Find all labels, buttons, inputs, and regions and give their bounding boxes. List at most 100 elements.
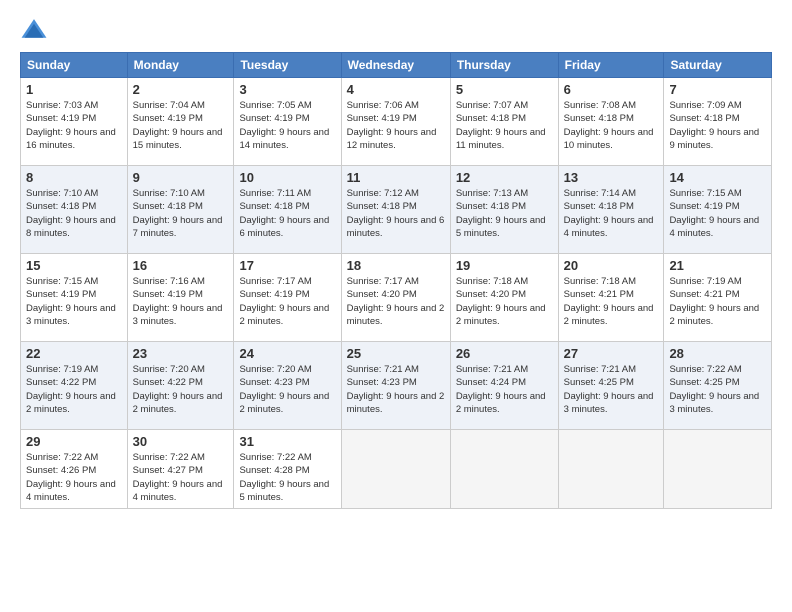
day-info: Sunrise: 7:05 AM Sunset: 4:19 PM Dayligh… (239, 99, 335, 152)
calendar-cell: 26 Sunrise: 7:21 AM Sunset: 4:24 PM Dayl… (450, 342, 558, 430)
calendar-cell: 15 Sunrise: 7:15 AM Sunset: 4:19 PM Dayl… (21, 254, 128, 342)
calendar-cell: 11 Sunrise: 7:12 AM Sunset: 4:18 PM Dayl… (341, 166, 450, 254)
day-info: Sunrise: 7:18 AM Sunset: 4:21 PM Dayligh… (564, 275, 659, 328)
calendar-cell: 8 Sunrise: 7:10 AM Sunset: 4:18 PM Dayli… (21, 166, 128, 254)
day-info: Sunrise: 7:21 AM Sunset: 4:23 PM Dayligh… (347, 363, 445, 416)
calendar-cell: 22 Sunrise: 7:19 AM Sunset: 4:22 PM Dayl… (21, 342, 128, 430)
day-number: 12 (456, 170, 553, 185)
calendar-cell: 10 Sunrise: 7:11 AM Sunset: 4:18 PM Dayl… (234, 166, 341, 254)
day-number: 27 (564, 346, 659, 361)
day-info: Sunrise: 7:06 AM Sunset: 4:19 PM Dayligh… (347, 99, 445, 152)
calendar-cell: 14 Sunrise: 7:15 AM Sunset: 4:19 PM Dayl… (664, 166, 772, 254)
day-number: 15 (26, 258, 122, 273)
day-info: Sunrise: 7:03 AM Sunset: 4:19 PM Dayligh… (26, 99, 122, 152)
calendar-cell: 25 Sunrise: 7:21 AM Sunset: 4:23 PM Dayl… (341, 342, 450, 430)
header-day-monday: Monday (127, 53, 234, 78)
week-row-5: 29 Sunrise: 7:22 AM Sunset: 4:26 PM Dayl… (21, 430, 772, 509)
calendar-cell: 19 Sunrise: 7:18 AM Sunset: 4:20 PM Dayl… (450, 254, 558, 342)
day-info: Sunrise: 7:15 AM Sunset: 4:19 PM Dayligh… (669, 187, 766, 240)
calendar-cell: 6 Sunrise: 7:08 AM Sunset: 4:18 PM Dayli… (558, 78, 664, 166)
day-info: Sunrise: 7:22 AM Sunset: 4:26 PM Dayligh… (26, 451, 122, 504)
header (20, 16, 772, 44)
calendar-cell: 12 Sunrise: 7:13 AM Sunset: 4:18 PM Dayl… (450, 166, 558, 254)
calendar-cell: 20 Sunrise: 7:18 AM Sunset: 4:21 PM Dayl… (558, 254, 664, 342)
calendar-cell (664, 430, 772, 509)
calendar-cell: 28 Sunrise: 7:22 AM Sunset: 4:25 PM Dayl… (664, 342, 772, 430)
day-info: Sunrise: 7:08 AM Sunset: 4:18 PM Dayligh… (564, 99, 659, 152)
day-info: Sunrise: 7:13 AM Sunset: 4:18 PM Dayligh… (456, 187, 553, 240)
header-day-sunday: Sunday (21, 53, 128, 78)
day-info: Sunrise: 7:10 AM Sunset: 4:18 PM Dayligh… (26, 187, 122, 240)
day-number: 5 (456, 82, 553, 97)
day-info: Sunrise: 7:20 AM Sunset: 4:22 PM Dayligh… (133, 363, 229, 416)
week-row-1: 1 Sunrise: 7:03 AM Sunset: 4:19 PM Dayli… (21, 78, 772, 166)
day-number: 19 (456, 258, 553, 273)
day-number: 4 (347, 82, 445, 97)
calendar-cell (450, 430, 558, 509)
day-number: 14 (669, 170, 766, 185)
calendar-cell: 29 Sunrise: 7:22 AM Sunset: 4:26 PM Dayl… (21, 430, 128, 509)
day-info: Sunrise: 7:17 AM Sunset: 4:19 PM Dayligh… (239, 275, 335, 328)
day-number: 21 (669, 258, 766, 273)
calendar-cell (341, 430, 450, 509)
day-info: Sunrise: 7:22 AM Sunset: 4:28 PM Dayligh… (239, 451, 335, 504)
day-number: 26 (456, 346, 553, 361)
calendar-cell: 13 Sunrise: 7:14 AM Sunset: 4:18 PM Dayl… (558, 166, 664, 254)
calendar-cell: 2 Sunrise: 7:04 AM Sunset: 4:19 PM Dayli… (127, 78, 234, 166)
day-info: Sunrise: 7:16 AM Sunset: 4:19 PM Dayligh… (133, 275, 229, 328)
week-row-3: 15 Sunrise: 7:15 AM Sunset: 4:19 PM Dayl… (21, 254, 772, 342)
calendar-cell: 31 Sunrise: 7:22 AM Sunset: 4:28 PM Dayl… (234, 430, 341, 509)
calendar-cell: 23 Sunrise: 7:20 AM Sunset: 4:22 PM Dayl… (127, 342, 234, 430)
calendar-header-row: SundayMondayTuesdayWednesdayThursdayFrid… (21, 53, 772, 78)
calendar-cell: 27 Sunrise: 7:21 AM Sunset: 4:25 PM Dayl… (558, 342, 664, 430)
calendar-cell (558, 430, 664, 509)
day-number: 3 (239, 82, 335, 97)
day-number: 11 (347, 170, 445, 185)
day-number: 16 (133, 258, 229, 273)
calendar-cell: 1 Sunrise: 7:03 AM Sunset: 4:19 PM Dayli… (21, 78, 128, 166)
day-number: 30 (133, 434, 229, 449)
day-info: Sunrise: 7:11 AM Sunset: 4:18 PM Dayligh… (239, 187, 335, 240)
day-info: Sunrise: 7:12 AM Sunset: 4:18 PM Dayligh… (347, 187, 445, 240)
day-info: Sunrise: 7:18 AM Sunset: 4:20 PM Dayligh… (456, 275, 553, 328)
day-info: Sunrise: 7:09 AM Sunset: 4:18 PM Dayligh… (669, 99, 766, 152)
day-number: 2 (133, 82, 229, 97)
day-info: Sunrise: 7:17 AM Sunset: 4:20 PM Dayligh… (347, 275, 445, 328)
calendar-cell: 18 Sunrise: 7:17 AM Sunset: 4:20 PM Dayl… (341, 254, 450, 342)
calendar-cell: 30 Sunrise: 7:22 AM Sunset: 4:27 PM Dayl… (127, 430, 234, 509)
day-number: 7 (669, 82, 766, 97)
day-number: 18 (347, 258, 445, 273)
calendar-cell: 24 Sunrise: 7:20 AM Sunset: 4:23 PM Dayl… (234, 342, 341, 430)
day-info: Sunrise: 7:19 AM Sunset: 4:22 PM Dayligh… (26, 363, 122, 416)
day-info: Sunrise: 7:21 AM Sunset: 4:25 PM Dayligh… (564, 363, 659, 416)
day-number: 29 (26, 434, 122, 449)
day-number: 22 (26, 346, 122, 361)
day-info: Sunrise: 7:21 AM Sunset: 4:24 PM Dayligh… (456, 363, 553, 416)
day-number: 1 (26, 82, 122, 97)
header-day-wednesday: Wednesday (341, 53, 450, 78)
week-row-2: 8 Sunrise: 7:10 AM Sunset: 4:18 PM Dayli… (21, 166, 772, 254)
header-day-tuesday: Tuesday (234, 53, 341, 78)
day-number: 20 (564, 258, 659, 273)
day-number: 10 (239, 170, 335, 185)
day-number: 24 (239, 346, 335, 361)
day-number: 31 (239, 434, 335, 449)
day-info: Sunrise: 7:14 AM Sunset: 4:18 PM Dayligh… (564, 187, 659, 240)
calendar-cell: 16 Sunrise: 7:16 AM Sunset: 4:19 PM Dayl… (127, 254, 234, 342)
day-info: Sunrise: 7:15 AM Sunset: 4:19 PM Dayligh… (26, 275, 122, 328)
calendar-cell: 5 Sunrise: 7:07 AM Sunset: 4:18 PM Dayli… (450, 78, 558, 166)
calendar-cell: 9 Sunrise: 7:10 AM Sunset: 4:18 PM Dayli… (127, 166, 234, 254)
day-info: Sunrise: 7:10 AM Sunset: 4:18 PM Dayligh… (133, 187, 229, 240)
logo-icon (20, 16, 48, 44)
day-info: Sunrise: 7:19 AM Sunset: 4:21 PM Dayligh… (669, 275, 766, 328)
calendar-cell: 17 Sunrise: 7:17 AM Sunset: 4:19 PM Dayl… (234, 254, 341, 342)
header-day-saturday: Saturday (664, 53, 772, 78)
day-number: 13 (564, 170, 659, 185)
day-number: 28 (669, 346, 766, 361)
calendar-cell: 21 Sunrise: 7:19 AM Sunset: 4:21 PM Dayl… (664, 254, 772, 342)
header-day-friday: Friday (558, 53, 664, 78)
calendar-cell: 4 Sunrise: 7:06 AM Sunset: 4:19 PM Dayli… (341, 78, 450, 166)
day-number: 9 (133, 170, 229, 185)
calendar-cell: 3 Sunrise: 7:05 AM Sunset: 4:19 PM Dayli… (234, 78, 341, 166)
day-info: Sunrise: 7:07 AM Sunset: 4:18 PM Dayligh… (456, 99, 553, 152)
